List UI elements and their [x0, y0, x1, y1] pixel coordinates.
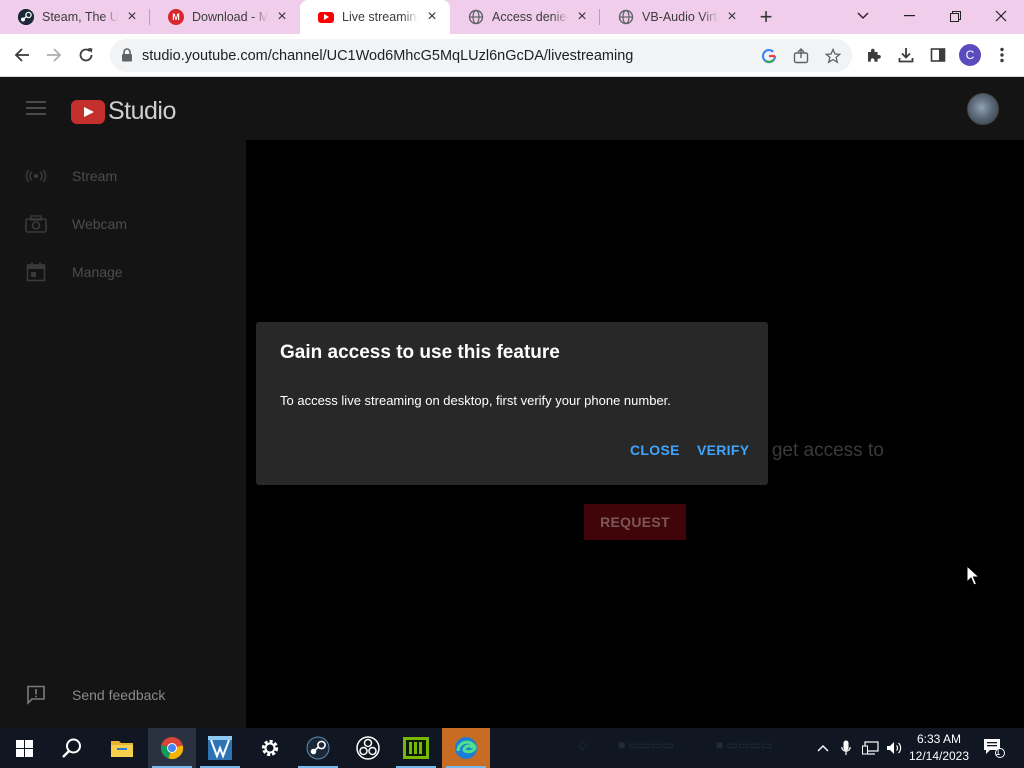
windows-taskbar: ◇ ■ ▭▭▭▭ ■ ▭▭▭▭ 6:33 AM 12/14/2023 1	[0, 728, 1024, 768]
address-bar[interactable]: studio.youtube.com/channel/UC1Wod6MhcG5M…	[110, 39, 852, 72]
sidebar-item-label: Manage	[72, 264, 123, 280]
dialog-title: Gain access to use this feature	[280, 342, 560, 363]
notification-count: 1	[995, 747, 1001, 757]
back-button[interactable]	[8, 41, 36, 69]
taskbar-clock[interactable]: 6:33 AM 12/14/2023	[902, 731, 976, 765]
studio-logo[interactable]: Studio	[71, 97, 176, 126]
broadcast-icon	[25, 165, 47, 187]
file-explorer-icon[interactable]	[98, 728, 146, 768]
tab-close-icon[interactable]: ×	[724, 8, 740, 25]
studio-sidebar: Stream Webcam Manage Send feedback	[0, 140, 246, 728]
tab-title: Download - MEGA	[192, 10, 268, 24]
minimize-button[interactable]	[886, 0, 932, 32]
obs-icon[interactable]	[344, 728, 392, 768]
notification-center-icon[interactable]: 1	[980, 728, 1008, 768]
google-lens-icon[interactable]	[759, 46, 779, 66]
tab-close-icon[interactable]: ×	[124, 8, 140, 25]
close-button[interactable]: CLOSE	[630, 442, 680, 458]
settings-icon[interactable]	[246, 728, 294, 768]
steam-favicon	[18, 9, 34, 25]
sidebar-item-label: Stream	[72, 168, 118, 184]
tab-search-icon[interactable]	[840, 0, 886, 32]
tab-close-icon[interactable]: ×	[424, 8, 440, 25]
tab-vb-audio[interactable]: VB-Audio Virtual Apps ×	[600, 0, 750, 34]
profile-initial: C	[959, 44, 981, 66]
sidebar-item-webcam[interactable]: Webcam	[0, 200, 246, 248]
steam-icon[interactable]	[294, 728, 342, 768]
dialog-message: To access live streaming on desktop, fir…	[280, 393, 671, 408]
restore-button[interactable]	[932, 0, 978, 32]
profile-avatar[interactable]: C	[956, 41, 984, 69]
tab-youtube-studio[interactable]: Live streaming - YouTube Studio ×	[300, 0, 450, 34]
browser-toolbar: studio.youtube.com/channel/UC1Wod6MhcG5M…	[0, 34, 1024, 77]
clock-time: 6:33 AM	[916, 732, 962, 746]
youtube-favicon	[318, 11, 334, 23]
app-icon[interactable]	[196, 728, 244, 768]
globe-favicon	[618, 9, 634, 25]
tab-title: Access denied | VB-Audio	[492, 10, 568, 24]
mouse-cursor-icon	[966, 565, 980, 586]
verify-button[interactable]: VERIFY	[697, 442, 749, 458]
tab-close-icon[interactable]: ×	[574, 8, 590, 25]
tab-title: VB-Audio Virtual Apps	[642, 10, 718, 24]
side-panel-icon[interactable]	[924, 41, 952, 69]
mega-favicon: M	[168, 9, 184, 25]
sidebar-item-manage[interactable]: Manage	[0, 248, 246, 296]
feedback-icon	[25, 684, 47, 706]
tab-mega[interactable]: M Download - MEGA ×	[150, 0, 300, 34]
menu-icon[interactable]	[26, 101, 46, 115]
network-icon[interactable]	[860, 728, 882, 768]
taskbar-ghost-item: ■ ▭▭▭▭	[618, 738, 674, 752]
channel-avatar[interactable]	[967, 93, 999, 125]
clock-date: 12/14/2023	[908, 749, 970, 763]
background-description: o get access to	[756, 440, 884, 461]
sidebar-item-stream[interactable]: Stream	[0, 152, 246, 200]
taskbar-ghost-item: ■ ▭▭▭▭	[716, 738, 772, 752]
share-icon[interactable]	[791, 46, 811, 66]
tab-close-icon[interactable]: ×	[274, 8, 290, 25]
sidebar-item-label: Send feedback	[72, 687, 166, 703]
calendar-icon	[25, 261, 47, 283]
nvidia-icon[interactable]	[392, 728, 440, 768]
close-window-button[interactable]	[978, 0, 1024, 32]
microphone-icon[interactable]	[836, 728, 856, 768]
tab-access-denied[interactable]: Access denied | VB-Audio ×	[450, 0, 600, 34]
request-button: REQUEST	[584, 504, 686, 540]
send-feedback-button[interactable]: Send feedback	[0, 671, 246, 719]
tab-steam[interactable]: Steam, The Ultimate Online Game Platform…	[0, 0, 150, 34]
studio-header: Studio	[0, 77, 1024, 140]
windows-start-icon[interactable]	[0, 728, 48, 768]
camera-icon	[25, 213, 47, 235]
gain-access-dialog: Gain access to use this feature To acces…	[256, 322, 768, 485]
chrome-menu-icon[interactable]	[988, 41, 1016, 69]
tab-strip: Steam, The Ultimate Online Game Platform…	[0, 0, 1024, 34]
forward-button[interactable]	[40, 41, 68, 69]
new-tab-button[interactable]: +	[750, 0, 782, 34]
bookmark-star-icon[interactable]	[823, 46, 843, 66]
tab-title: Live streaming - YouTube Studio	[342, 10, 418, 24]
edge-icon[interactable]	[442, 728, 490, 768]
studio-logo-text: Studio	[108, 97, 176, 125]
url-text: studio.youtube.com/channel/UC1Wod6MhcG5M…	[142, 47, 634, 64]
tab-title: Steam, The Ultimate Online Game Platform	[42, 10, 118, 24]
show-hidden-icons-icon[interactable]	[812, 728, 834, 768]
reload-button[interactable]	[72, 41, 100, 69]
sidebar-item-label: Webcam	[72, 216, 127, 232]
lock-icon	[122, 48, 132, 62]
downloads-icon[interactable]	[892, 41, 920, 69]
youtube-logo-icon	[71, 99, 105, 124]
extensions-icon[interactable]	[860, 41, 888, 69]
chrome-icon[interactable]	[148, 728, 196, 768]
search-icon[interactable]	[48, 728, 96, 768]
taskbar-ghost-item: ◇	[578, 738, 588, 752]
globe-favicon	[468, 9, 484, 25]
